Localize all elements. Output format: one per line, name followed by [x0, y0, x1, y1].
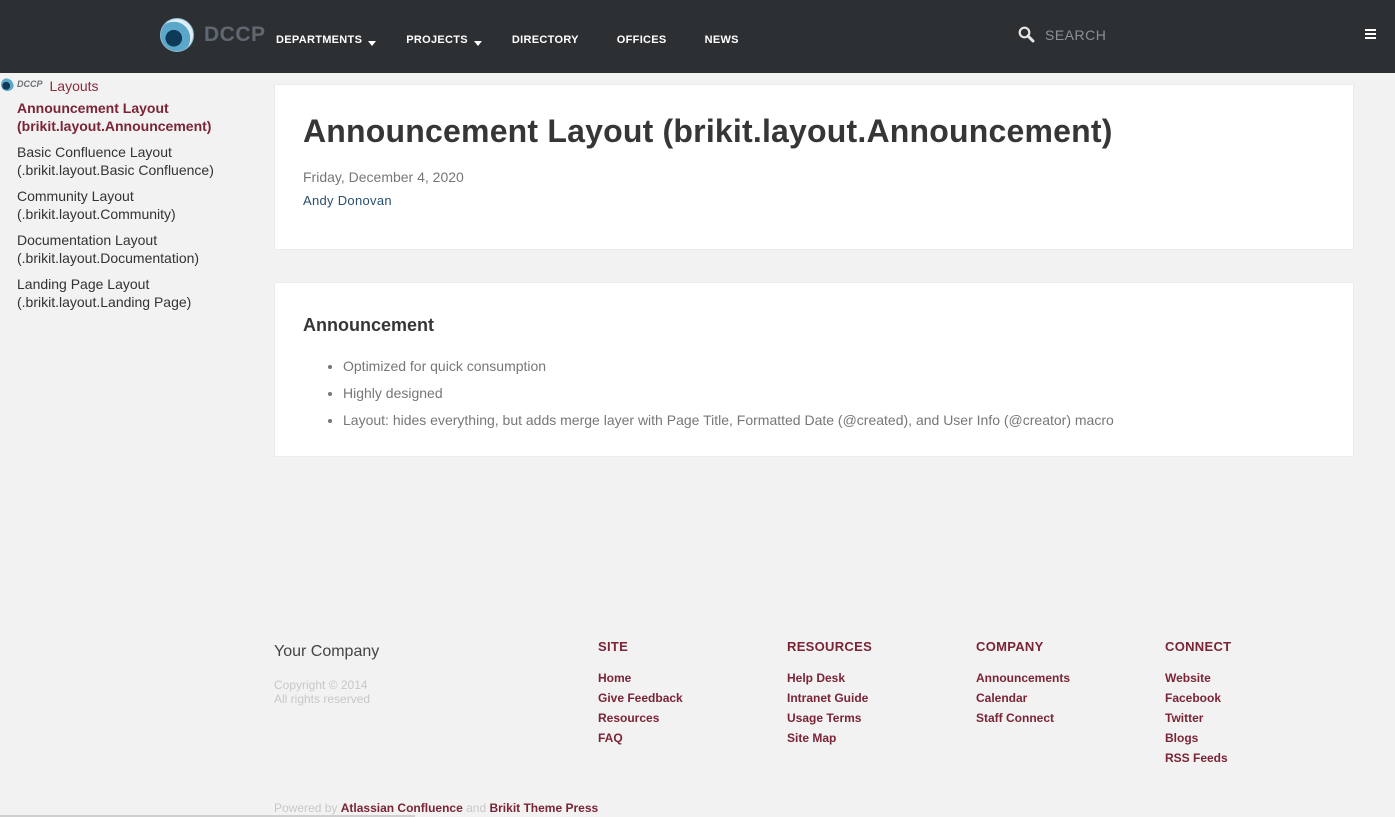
nav-projects[interactable]: PROJECTS: [406, 34, 482, 46]
footer-link-help-desk[interactable]: Help Desk: [787, 668, 872, 688]
author-link[interactable]: Andy Donovan: [303, 193, 392, 208]
footer-column-title: SITE: [598, 639, 629, 654]
nav-offices[interactable]: OFFICES: [617, 34, 667, 46]
footer-link-give-feedback[interactable]: Give Feedback: [598, 688, 683, 708]
sidebar: DCCP Layouts Announcement Layout (brikit…: [0, 73, 240, 319]
list-item: Highly designed: [343, 380, 1114, 407]
sidebar-nav-list: Announcement Layout (brikit.layout.Annou…: [0, 99, 240, 311]
footer-column-title: CONNECT: [1165, 639, 1232, 654]
footer-column-resources: RESOURCES Help Desk Intranet Guide Usage…: [787, 639, 872, 748]
caret-down-icon: [473, 40, 482, 46]
powered-prefix: Powered by: [274, 801, 338, 815]
sidebar-header: DCCP Layouts: [0, 75, 240, 94]
dccp-logo: [160, 18, 194, 52]
footer-link-calendar[interactable]: Calendar: [976, 688, 1070, 708]
nav-label: DEPARTMENTS: [276, 34, 363, 46]
sidebar-brand: DCCP: [17, 79, 43, 89]
footer-link-facebook[interactable]: Facebook: [1165, 688, 1231, 708]
caret-down-icon: [368, 40, 377, 46]
sidebar-item-announcement-layout[interactable]: Announcement Layout (brikit.layout.Annou…: [0, 99, 240, 135]
copyright-line: Copyright © 2014: [274, 678, 368, 692]
dccp-logo: [1, 77, 14, 91]
brand-name: DCCP: [204, 23, 266, 46]
nav-news[interactable]: NEWS: [705, 34, 739, 46]
footer-link-announcements[interactable]: Announcements: [976, 668, 1070, 688]
footer-column-site: SITE Home Give Feedback Resources FAQ: [598, 639, 683, 748]
footer-link-home[interactable]: Home: [598, 668, 683, 688]
footer-link-resources[interactable]: Resources: [598, 708, 683, 728]
main-nav: DEPARTMENTS PROJECTS DIRECTORY OFFICES N…: [276, 34, 769, 46]
footer-copyright: Copyright © 2014 All rights reserved: [274, 678, 370, 706]
list-item: Optimized for quick consumption: [343, 353, 1114, 380]
footer-link-intranet-guide[interactable]: Intranet Guide: [787, 688, 872, 708]
nav-label: PROJECTS: [406, 34, 468, 46]
brand-logo-link[interactable]: DCCP: [160, 18, 266, 52]
sidebar-item-community-layout[interactable]: Community Layout (.brikit.layout.Communi…: [0, 187, 240, 223]
footer-column-title: COMPANY: [976, 639, 1044, 654]
hamburger-menu-icon[interactable]: [1365, 27, 1376, 41]
footer-link-staff-connect[interactable]: Staff Connect: [976, 708, 1070, 728]
powered-by-line: Powered by Atlassian Confluence and Brik…: [274, 801, 598, 815]
footer-link-usage-terms[interactable]: Usage Terms: [787, 708, 872, 728]
nav-departments[interactable]: DEPARTMENTS: [276, 34, 377, 46]
list-item: Layout: hides everything, but adds merge…: [343, 407, 1114, 434]
footer-company-name: Your Company: [274, 643, 380, 660]
footer-column-company: COMPANY Announcements Calendar Staff Con…: [976, 639, 1070, 728]
footer-link-faq[interactable]: FAQ: [598, 728, 683, 748]
sidebar-item-documentation-layout[interactable]: Documentation Layout (.brikit.layout.Doc…: [0, 231, 240, 267]
footer-link-site-map[interactable]: Site Map: [787, 728, 872, 748]
footer-link-rss-feeds[interactable]: RSS Feeds: [1165, 748, 1231, 768]
rights-line: All rights reserved: [274, 692, 371, 706]
top-navigation-bar: DCCP DEPARTMENTS PROJECTS DIRECTORY OFFI…: [0, 0, 1395, 73]
footer-link-website[interactable]: Website: [1165, 668, 1231, 688]
powered-and: and: [466, 801, 487, 815]
footer-column-connect: CONNECT Website Facebook Twitter Blogs R…: [1165, 639, 1231, 768]
feature-list: Optimized for quick consumption Highly d…: [343, 353, 1114, 434]
page-title: Announcement Layout (brikit.layout.Annou…: [303, 113, 1113, 149]
footer-link-twitter[interactable]: Twitter: [1165, 708, 1231, 728]
sidebar-item-basic-confluence-layout[interactable]: Basic Confluence Layout (.brikit.layout.…: [0, 143, 240, 179]
nav-directory[interactable]: DIRECTORY: [512, 34, 579, 46]
sidebar-item-landing-page-layout[interactable]: Landing Page Layout (.brikit.layout.Land…: [0, 275, 240, 311]
nav-label: DIRECTORY: [511, 34, 579, 46]
brikit-theme-press-link[interactable]: Brikit Theme Press: [489, 801, 598, 815]
page-date: Friday, December 4, 2020: [303, 169, 464, 185]
search-box: [1018, 26, 1205, 43]
sidebar-title-link[interactable]: Layouts: [50, 78, 99, 94]
footer-link-blogs[interactable]: Blogs: [1165, 728, 1231, 748]
footer-column-title: RESOURCES: [787, 639, 873, 654]
search-icon[interactable]: [1018, 26, 1035, 43]
content-card: Announcement Optimized for quick consump…: [274, 282, 1354, 457]
page-header-card: Announcement Layout (brikit.layout.Annou…: [274, 84, 1354, 250]
atlassian-confluence-link[interactable]: Atlassian Confluence: [341, 801, 463, 815]
search-input[interactable]: [1045, 26, 1205, 43]
nav-label: NEWS: [704, 34, 739, 46]
nav-label: OFFICES: [616, 34, 667, 46]
section-heading: Announcement: [303, 315, 435, 335]
